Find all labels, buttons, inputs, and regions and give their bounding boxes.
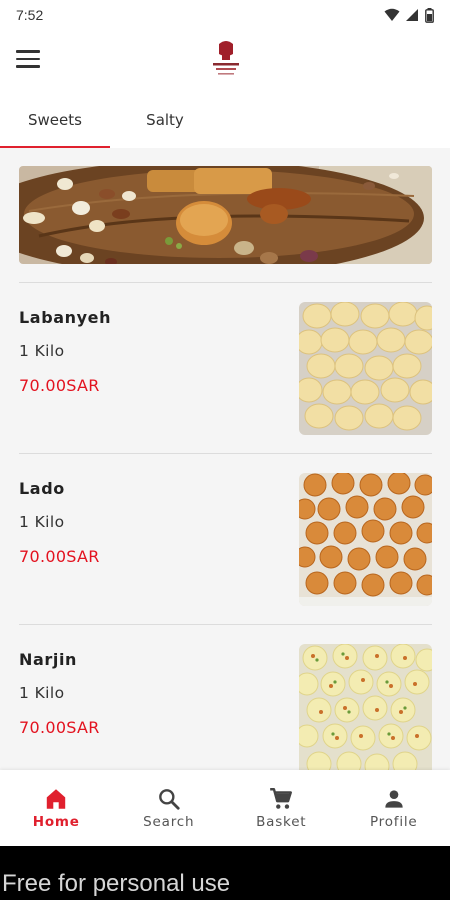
- watermark-bar: Free for personal use: [0, 846, 450, 900]
- person-icon: [385, 790, 403, 808]
- watermark-text: Free for personal use: [2, 870, 231, 897]
- battery-icon: [425, 7, 434, 23]
- banner-image[interactable]: [19, 166, 432, 264]
- nav-basket-label: Basket: [256, 814, 307, 830]
- nav-home[interactable]: Home: [0, 770, 113, 846]
- product-image[interactable]: [299, 644, 432, 770]
- product-price: 70.00SAR: [19, 547, 100, 566]
- brand-logo: [213, 41, 239, 75]
- category-tabs: Sweets Salty: [0, 92, 450, 148]
- product-item-narjin[interactable]: Narjin 1 Kilo 70.00SAR: [19, 644, 432, 770]
- tab-salty[interactable]: Salty: [110, 92, 220, 148]
- nav-profile[interactable]: Profile: [338, 770, 450, 846]
- search-icon: [158, 789, 180, 810]
- bottom-navigation: Home Search Basket Profile: [0, 770, 450, 846]
- nav-profile-label: Profile: [369, 814, 418, 830]
- status-time: 7:52: [16, 7, 44, 23]
- nav-search-label: Search: [143, 814, 195, 830]
- product-unit: 1 Kilo: [19, 684, 65, 702]
- cart-icon: [270, 788, 293, 809]
- hamburger-menu-icon[interactable]: [16, 50, 40, 70]
- tab-sweets[interactable]: Sweets: [0, 92, 110, 148]
- product-name: Labanyeh: [19, 308, 112, 327]
- product-name: Narjin: [19, 650, 78, 669]
- product-name: Lado: [19, 479, 65, 498]
- nav-search[interactable]: Search: [113, 770, 226, 846]
- product-item-labanyeh[interactable]: Labanyeh 1 Kilo 70.00SAR: [19, 302, 432, 452]
- divider: [19, 282, 432, 283]
- cell-signal-icon: [406, 9, 418, 21]
- nav-basket[interactable]: Basket: [225, 770, 338, 846]
- nav-home-label: Home: [32, 814, 80, 830]
- product-image[interactable]: [299, 302, 432, 435]
- divider: [19, 624, 432, 625]
- product-list[interactable]: Labanyeh 1 Kilo 70.00SAR Lado 1 Kilo 70.…: [0, 148, 450, 770]
- app-bar: [0, 30, 450, 92]
- product-unit: 1 Kilo: [19, 342, 65, 360]
- wifi-icon: [384, 8, 400, 21]
- product-price: 70.00SAR: [19, 718, 100, 737]
- divider: [19, 453, 432, 454]
- product-price: 70.00SAR: [19, 376, 100, 395]
- product-item-lado[interactable]: Lado 1 Kilo 70.00SAR: [19, 473, 432, 623]
- status-icons: [384, 7, 434, 23]
- home-icon: [47, 789, 66, 809]
- product-unit: 1 Kilo: [19, 513, 65, 531]
- product-image[interactable]: [299, 473, 432, 606]
- status-bar: 7:52: [0, 0, 450, 30]
